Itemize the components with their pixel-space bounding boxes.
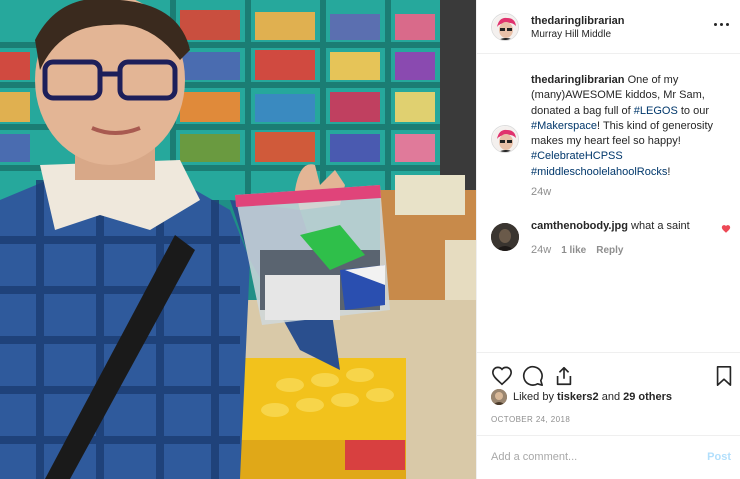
action-bar	[477, 352, 740, 392]
hashtag-celebrate[interactable]: #CelebrateHCPSS	[531, 150, 623, 162]
comment-body: what a saint	[631, 220, 690, 232]
post-comment-button[interactable]: Post	[707, 451, 731, 463]
add-comment-bar: Add a comment... Post	[477, 435, 740, 479]
comment-meta: 24w 1 like Reply	[531, 244, 623, 256]
more-horizontal-icon[interactable]	[711, 16, 731, 32]
comment-input[interactable]: Add a comment...	[491, 451, 577, 463]
hashtag-middleschool[interactable]: #middleschoolelahoolRocks	[531, 166, 667, 178]
caption-text: thedaringlibrarian One of my (many)AWESO…	[531, 73, 739, 180]
comment-likes[interactable]: 1 like	[561, 245, 586, 256]
comment-username[interactable]: camthenobody.jpg	[531, 220, 628, 232]
likes-text: Liked by tiskers2 and 29 others	[513, 391, 672, 403]
heart-icon[interactable]	[491, 365, 513, 387]
bookmark-icon[interactable]	[713, 365, 735, 387]
hashtag-legos[interactable]: #LEGOS	[634, 105, 678, 117]
author-username[interactable]: thedaringlibrarian	[531, 15, 625, 27]
likes-others-link[interactable]: 29 others	[623, 391, 672, 403]
caption-username[interactable]: thedaringlibrarian	[531, 74, 625, 86]
post-photo[interactable]	[0, 0, 476, 479]
post-date[interactable]: OCTOBER 24, 2018	[491, 415, 570, 424]
share-icon[interactable]	[553, 365, 575, 387]
post-location[interactable]: Murray Hill Middle	[531, 29, 611, 40]
caption-body-4: !	[667, 165, 671, 178]
comment-timestamp[interactable]: 24w	[531, 244, 551, 256]
post-details-panel: thedaringlibrarian Murray Hill Middle th…	[476, 0, 740, 479]
author-avatar[interactable]	[491, 13, 519, 41]
post-header: thedaringlibrarian Murray Hill Middle	[477, 0, 740, 54]
comment-liked-heart-icon[interactable]	[721, 224, 731, 234]
caption-body-2: to our	[680, 104, 709, 117]
likes-middle: and	[601, 391, 621, 403]
caption-timestamp[interactable]: 24w	[531, 186, 551, 198]
caption-author-avatar[interactable]	[491, 125, 519, 153]
liker-avatar[interactable]	[491, 389, 507, 405]
liker-username[interactable]: tiskers2	[557, 391, 599, 403]
commenter-avatar[interactable]	[491, 223, 519, 251]
comment-icon[interactable]	[522, 365, 544, 387]
photo-illustration	[0, 0, 476, 479]
comment-text: camthenobody.jpg what a saint	[531, 220, 690, 232]
likes-summary: Liked by tiskers2 and 29 others	[491, 389, 672, 405]
likes-prefix: Liked by	[513, 391, 554, 403]
comment-reply-button[interactable]: Reply	[596, 245, 623, 256]
hashtag-makerspace[interactable]: #Makerspace	[531, 120, 597, 132]
